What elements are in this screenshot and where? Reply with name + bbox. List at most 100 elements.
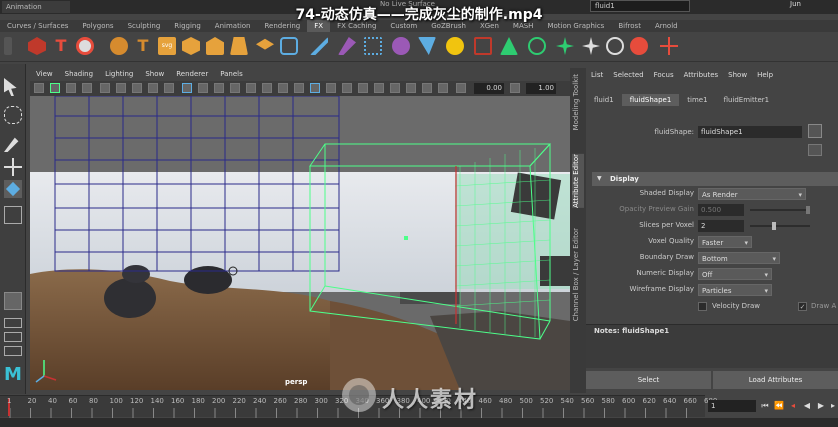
velocity-draw-checkbox[interactable] — [698, 302, 707, 311]
text-orange-icon[interactable]: T — [134, 37, 152, 55]
camera-attributes-icon[interactable] — [50, 83, 60, 93]
viewport-menu-show[interactable]: Show — [139, 68, 170, 81]
textured-icon[interactable] — [230, 83, 240, 93]
draw-arrows-checkbox[interactable]: ✓ — [798, 302, 807, 311]
presets-icon[interactable] — [808, 144, 822, 156]
lasso-tool-icon[interactable] — [4, 106, 22, 124]
layout-side-icon[interactable] — [4, 346, 22, 356]
scale-tool-icon[interactable] — [4, 206, 22, 224]
exposure-field[interactable]: 0.00 — [474, 83, 504, 94]
wireframe-icon[interactable] — [182, 83, 192, 93]
ball-icon[interactable] — [392, 37, 410, 55]
smooth-shade-icon[interactable] — [198, 83, 208, 93]
wireframe-display-dropdown[interactable]: Particles — [698, 284, 772, 297]
deform-icon[interactable] — [418, 37, 436, 55]
field-icon[interactable] — [528, 37, 546, 55]
display-section-header[interactable]: Display — [592, 172, 838, 186]
image-plane-icon[interactable] — [82, 83, 92, 93]
cross-axis-icon[interactable] — [660, 37, 678, 55]
viewport-menu-lighting[interactable]: Lighting — [99, 68, 139, 81]
sphere-red-icon[interactable] — [76, 37, 94, 55]
tab-channel-box[interactable]: Channel Box / Layer Editor — [572, 228, 584, 321]
numeric-display-dropdown[interactable]: Off — [698, 268, 772, 281]
field-chart-icon[interactable] — [164, 83, 174, 93]
ae-menu-attributes[interactable]: Attributes — [679, 68, 724, 82]
ae-menu-list[interactable]: List — [586, 68, 608, 82]
plane-icon[interactable] — [256, 38, 274, 50]
slices-per-voxel-slider[interactable] — [750, 222, 810, 230]
step-forward-icon[interactable]: ▸ — [828, 401, 838, 411]
nurbs-sphere-icon[interactable] — [110, 37, 128, 55]
camera-select-icon[interactable] — [34, 83, 44, 93]
viewport-menu-view[interactable]: View — [30, 68, 59, 81]
layout-single-icon[interactable] — [4, 292, 22, 310]
wireframe-on-shaded-icon[interactable] — [214, 83, 224, 93]
viewport-menu-panels[interactable]: Panels — [214, 68, 249, 81]
bevel-icon[interactable] — [230, 37, 248, 55]
ae-menu-focus[interactable]: Focus — [649, 68, 679, 82]
bookmark-icon[interactable] — [66, 83, 76, 93]
rotate-tool-icon[interactable] — [4, 180, 22, 198]
svg-icon[interactable]: svg — [158, 37, 176, 55]
cube-red-icon[interactable] — [28, 37, 46, 55]
ae-menu-show[interactable]: Show — [723, 68, 752, 82]
xray-components-icon[interactable] — [390, 83, 400, 93]
light-icon[interactable] — [446, 37, 464, 55]
boundary-draw-dropdown[interactable]: Bottom — [698, 252, 780, 265]
gamma-field[interactable]: 1.00 — [526, 83, 556, 94]
grid-toggle-icon[interactable] — [100, 83, 110, 93]
paint-select-tool-icon[interactable] — [4, 137, 19, 152]
voxel-quality-dropdown[interactable]: Faster — [698, 236, 752, 249]
xray-joints-icon[interactable] — [374, 83, 384, 93]
tab-fluid1[interactable]: fluid1 — [586, 94, 622, 106]
curve-icon[interactable] — [280, 37, 298, 55]
play-forwards-icon[interactable]: ▶ — [816, 401, 826, 411]
shelf-menu-icon[interactable] — [4, 37, 12, 55]
notes-panel[interactable]: Notes: fluidShape1 — [586, 324, 838, 368]
isolate-select-icon[interactable] — [342, 83, 352, 93]
extrude-icon[interactable] — [206, 37, 224, 55]
focus-icon[interactable] — [808, 124, 822, 138]
ambient-occlusion-icon[interactable] — [278, 83, 288, 93]
emitter-point[interactable] — [404, 236, 408, 240]
xray-icon[interactable] — [358, 83, 368, 93]
step-back-key-icon[interactable]: ⏪ — [774, 401, 784, 411]
shadows-icon[interactable] — [262, 83, 272, 93]
nparticle-icon[interactable] — [556, 37, 574, 55]
tab-fluidemitter1[interactable]: fluidEmitter1 — [716, 94, 778, 106]
paint-icon[interactable] — [338, 37, 356, 55]
grid-select-icon[interactable] — [364, 37, 382, 55]
layout-four-icon[interactable] — [4, 318, 22, 328]
sculpt-brush-icon[interactable] — [310, 37, 328, 55]
tab-fluidshape1[interactable]: fluidShape1 — [621, 94, 680, 106]
burst-icon[interactable] — [582, 37, 600, 55]
gate-mask-icon[interactable] — [148, 83, 158, 93]
tab-time1[interactable]: time1 — [679, 94, 715, 106]
shaded-display-dropdown[interactable]: As Render — [698, 188, 806, 201]
mash-node-icon[interactable] — [630, 37, 648, 55]
move-tool-icon[interactable] — [4, 158, 22, 176]
anti-aliasing-icon[interactable] — [310, 83, 320, 93]
viewport-persp[interactable]: persp — [30, 96, 570, 390]
viewport-menu-shading[interactable]: Shading — [59, 68, 99, 81]
viewport-menu-renderer[interactable]: Renderer — [170, 68, 214, 81]
shape-name-field[interactable]: fluidShape1 — [698, 126, 802, 138]
exposure-icon[interactable] — [456, 83, 466, 93]
motion-blur-icon[interactable] — [294, 83, 304, 93]
text-red-icon[interactable]: T — [52, 37, 70, 55]
cube-orange-icon[interactable] — [182, 37, 200, 55]
resolution-gate-icon[interactable] — [132, 83, 142, 93]
slider-knob[interactable] — [772, 222, 776, 230]
slices-per-voxel-field[interactable]: 2 — [698, 220, 744, 232]
depth-of-field-icon[interactable] — [326, 83, 336, 93]
constraint-icon[interactable] — [474, 37, 492, 55]
tab-modeling-toolkit[interactable]: Modeling Toolkit — [572, 74, 584, 130]
select-button[interactable]: Select — [586, 371, 711, 389]
emitter-icon[interactable] — [500, 37, 518, 55]
current-frame-field[interactable]: 1 — [708, 400, 756, 412]
color-space-icon[interactable] — [438, 83, 448, 93]
backface-culling-icon[interactable] — [406, 83, 416, 93]
range-slider-strip[interactable] — [0, 418, 838, 427]
step-back-frame-icon[interactable]: ◂ — [788, 401, 798, 411]
layout-two-icon[interactable] — [4, 332, 22, 342]
